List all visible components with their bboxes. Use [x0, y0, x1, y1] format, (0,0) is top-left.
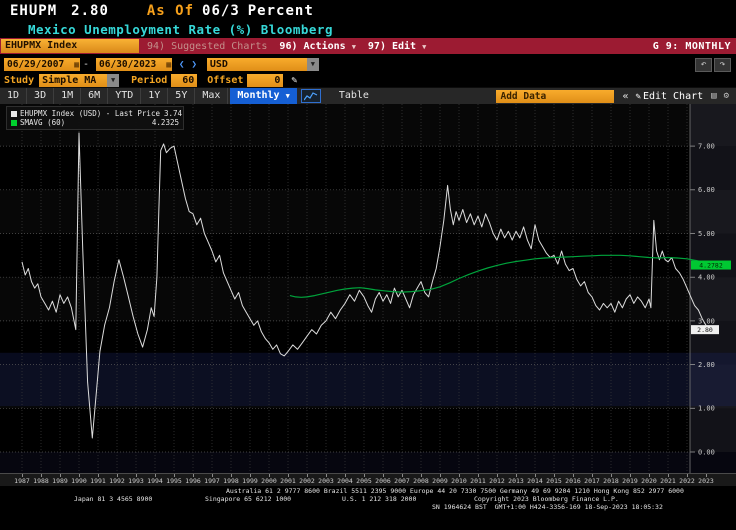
period-label: Period	[131, 75, 167, 86]
notes-icon[interactable]: ▤	[711, 91, 716, 101]
chevron-down-icon: ▼	[422, 43, 426, 51]
chart-canvas[interactable]: 0.00 1.00 2.00 3.00 4.00 5.00 6.00 7.00 4.2782 2.…	[0, 104, 736, 473]
footer-session-info: SN 1964624 BST GMT+1:00 H424-3356-169 18…	[432, 503, 663, 511]
edit-study-pencil-icon[interactable]: ✎	[291, 75, 297, 86]
price-unit: Percent	[248, 3, 314, 19]
currency-select[interactable]: USD▼	[207, 58, 319, 71]
background-band-bottom	[0, 452, 736, 473]
period-input[interactable]: 60	[171, 74, 197, 87]
settings-gear-icon[interactable]: ⚙	[724, 91, 729, 101]
y-axis-label: 6.00	[698, 186, 715, 194]
tab-5y[interactable]: 5Y	[168, 88, 195, 104]
tab-ytd[interactable]: YTD	[108, 88, 141, 104]
background-band	[0, 277, 736, 321]
tab-1y[interactable]: 1Y	[141, 88, 168, 104]
footer-japan: Japan 81 3 4565 8900	[74, 495, 152, 503]
date-from-input[interactable]: 06/29/2007▦	[4, 58, 80, 71]
tab-table[interactable]: Table	[331, 88, 377, 104]
offset-label: Offset	[207, 75, 243, 86]
menu-actions[interactable]: 96) Actions ▼	[279, 41, 355, 52]
chart-area[interactable]: 0.00 1.00 2.00 3.00 4.00 5.00 6.00 7.00 4.2782 2.…	[0, 104, 736, 473]
chevron-down-icon[interactable]: ▼	[307, 58, 319, 71]
y-axis-label: 0.00	[698, 448, 715, 456]
security-input[interactable]: EHUPMX Index	[1, 39, 139, 53]
tab-6m[interactable]: 6M	[81, 88, 108, 104]
footer: Australia 61 2 9777 8600 Brazil 5511 239…	[0, 486, 736, 514]
last-price: 2.80	[71, 3, 109, 19]
background-band-navy	[0, 353, 736, 406]
menu-edit[interactable]: 97) Edit ▼	[368, 41, 426, 52]
y-axis-label: 3.00	[698, 317, 715, 325]
study-label: Study	[4, 75, 34, 86]
y-axis-label: 5.00	[698, 230, 715, 238]
study-select[interactable]: Simple MA▼	[39, 74, 119, 87]
tab-3d[interactable]: 3D	[27, 88, 54, 104]
last-price-axis-tag-text: 2.80	[697, 326, 713, 334]
y-axis-label: 7.00	[698, 143, 715, 151]
chart-legend[interactable]: EHUPMX Index (USD) - Last Price 3.74 SMA…	[6, 106, 184, 130]
redo-button[interactable]: ↷	[714, 58, 731, 72]
tab-max[interactable]: Max	[195, 88, 228, 104]
security-header: EHUPM 2.80 As Of 06/3 Percent	[0, 0, 736, 22]
range-tabs: 1D3D1M6MYTD1Y5YMax	[0, 88, 228, 104]
smavg-axis-tag-text: 4.2782	[699, 261, 723, 269]
footer-singapore: Singapore 65 6212 1000	[205, 495, 291, 503]
menu-suggested-charts[interactable]: 94) Suggested Charts	[147, 41, 267, 52]
chevron-down-icon: ▼	[352, 43, 356, 51]
bloomberg-terminal-window: EHUPM 2.80 As Of 06/3 Percent Mexico Unemplo…	[0, 0, 736, 530]
next-period-button[interactable]: ❯	[191, 60, 196, 70]
pencil-icon: ✎	[636, 92, 641, 102]
x-axis-strip: 1987198819891990199119921993199419951996…	[0, 473, 736, 486]
chart-tab-bar: 1D3D1M6MYTD1Y5YMax Monthly ▼ Table Add D…	[0, 87, 736, 104]
prev-period-button[interactable]: ❮	[179, 60, 184, 70]
chart-type-icon[interactable]	[301, 89, 321, 103]
edit-chart-button[interactable]: ✎Edit Chart	[636, 91, 704, 102]
collapse-panel-icon[interactable]: «	[622, 91, 628, 102]
footer-copyright: Copyright 2023 Bloomberg Finance L.P.	[474, 495, 619, 503]
legend-value-price: 3.74	[164, 109, 182, 118]
footer-us: U.S. 1 212 318 2000	[342, 495, 416, 503]
add-data-button[interactable]: Add Data	[496, 90, 614, 103]
chevron-down-icon[interactable]: ▼	[107, 74, 119, 87]
ticker: EHUPM	[10, 3, 57, 19]
legend-value-smavg: 4.2325	[152, 118, 179, 127]
tab-1m[interactable]: 1M	[54, 88, 81, 104]
function-bar: EHUPMX Index 94) Suggested Charts 96) Ac…	[0, 38, 736, 54]
background-band	[0, 190, 736, 234]
legend-row-smavg[interactable]: SMAVG (60) 4.2325	[11, 118, 179, 127]
calendar-icon[interactable]: ▦	[166, 58, 171, 71]
as-of-label: As Of	[147, 3, 194, 19]
date-to-input[interactable]: 06/30/2023▦	[96, 58, 172, 71]
security-description: Mexico Unemployment Rate (%) Bloomberg	[0, 22, 736, 38]
series-swatch-green	[11, 120, 17, 126]
offset-input[interactable]: 0	[247, 74, 283, 87]
calendar-icon[interactable]: ▦	[74, 58, 79, 71]
series-swatch-white	[11, 111, 17, 117]
frequency-select[interactable]: Monthly ▼	[230, 88, 296, 104]
screen-id: G 9: MONTHLY	[653, 41, 731, 52]
x-axis-label-2023: 2023	[695, 477, 717, 485]
range-toolbar: 06/29/2007▦ - 06/30/2023▦ ❮ ❯ USD▼ ↶ ↷	[0, 56, 736, 73]
legend-row-price[interactable]: EHUPMX Index (USD) - Last Price 3.74	[11, 109, 179, 118]
undo-redo-group: ↶ ↷	[695, 58, 731, 72]
undo-button[interactable]: ↶	[695, 58, 712, 72]
study-toolbar: Study Simple MA▼ Period 60 Offset 0 ✎	[0, 73, 736, 87]
chevron-down-icon: ▼	[286, 92, 290, 100]
y-axis-label: 4.00	[698, 274, 715, 282]
as-of-date: 06/3	[202, 3, 240, 19]
footer-contacts-line1: Australia 61 2 9777 8600 Brazil 5511 239…	[226, 487, 684, 495]
y-axis-label: 2.00	[698, 361, 715, 369]
tab-1d[interactable]: 1D	[0, 88, 27, 104]
y-axis-label: 1.00	[698, 405, 715, 413]
